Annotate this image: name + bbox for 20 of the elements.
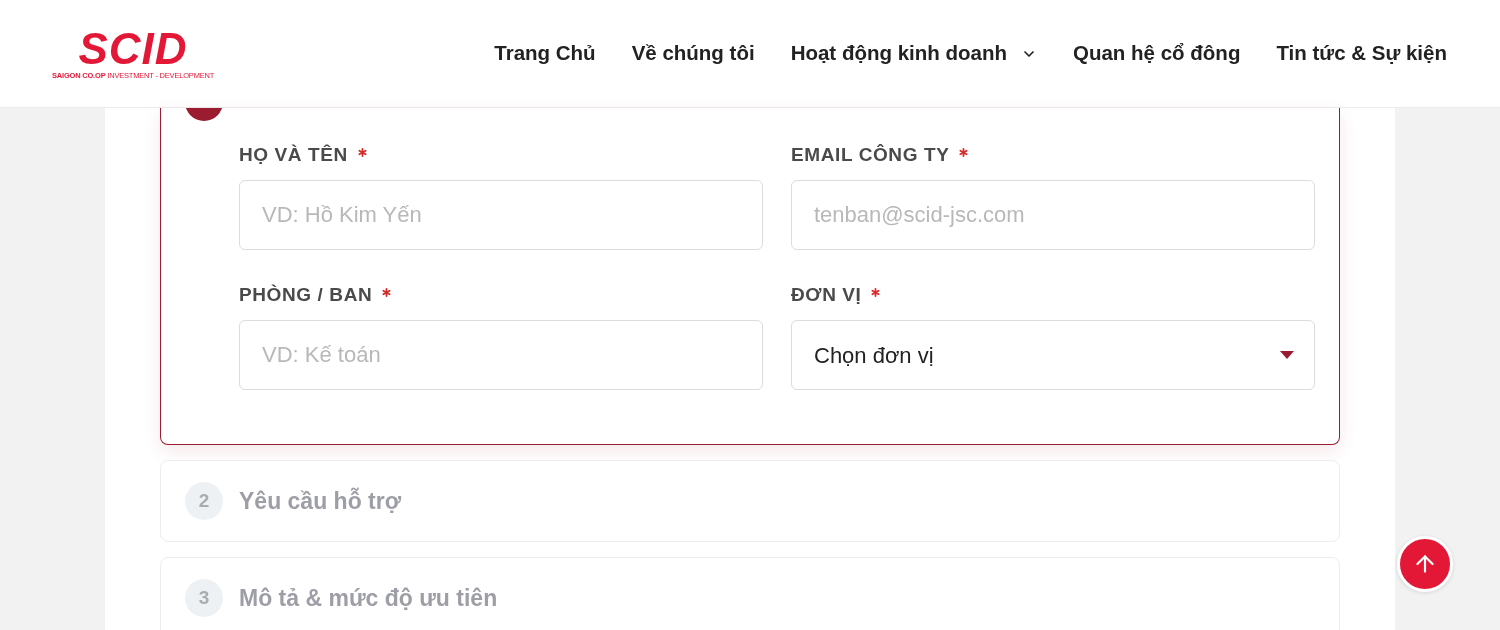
field-label: HỌ VÀ TÊN bbox=[239, 143, 348, 167]
input-field[interactable]: VD: Hồ Kim Yến bbox=[239, 180, 763, 250]
step-title: Mô tả & mức độ ưu tiên bbox=[239, 583, 498, 613]
input-field[interactable]: VD: Kế toán bbox=[239, 320, 763, 390]
input-field[interactable]: tenban@scid-jsc.com bbox=[791, 180, 1315, 250]
logo-wordmark[interactable]: SCID bbox=[78, 29, 188, 69]
caret-down-icon bbox=[1280, 351, 1294, 359]
nav-link[interactable]: Tin tức & Sự kiện bbox=[1276, 38, 1447, 69]
scroll-to-top-button[interactable] bbox=[1397, 536, 1453, 592]
step-number: 3 bbox=[185, 579, 223, 617]
step-title: Yêu cầu hỗ trợ bbox=[239, 486, 402, 516]
nav-link[interactable]: Về chúng tôi bbox=[631, 38, 755, 69]
nav-link[interactable]: Trang Chủ bbox=[494, 38, 596, 69]
field-label: PHÒNG / BAN bbox=[239, 283, 373, 307]
field-label: ĐƠN VỊ bbox=[791, 283, 862, 307]
step-number: 2 bbox=[185, 482, 223, 520]
nav-link[interactable]: Hoạt động kinh doanh bbox=[790, 38, 1037, 69]
nav-link[interactable]: Quan hệ cổ đông bbox=[1073, 38, 1241, 69]
select-field[interactable]: Chọn đơn vị bbox=[791, 320, 1315, 390]
field-label: EMAIL CÔNG TY bbox=[791, 143, 950, 167]
